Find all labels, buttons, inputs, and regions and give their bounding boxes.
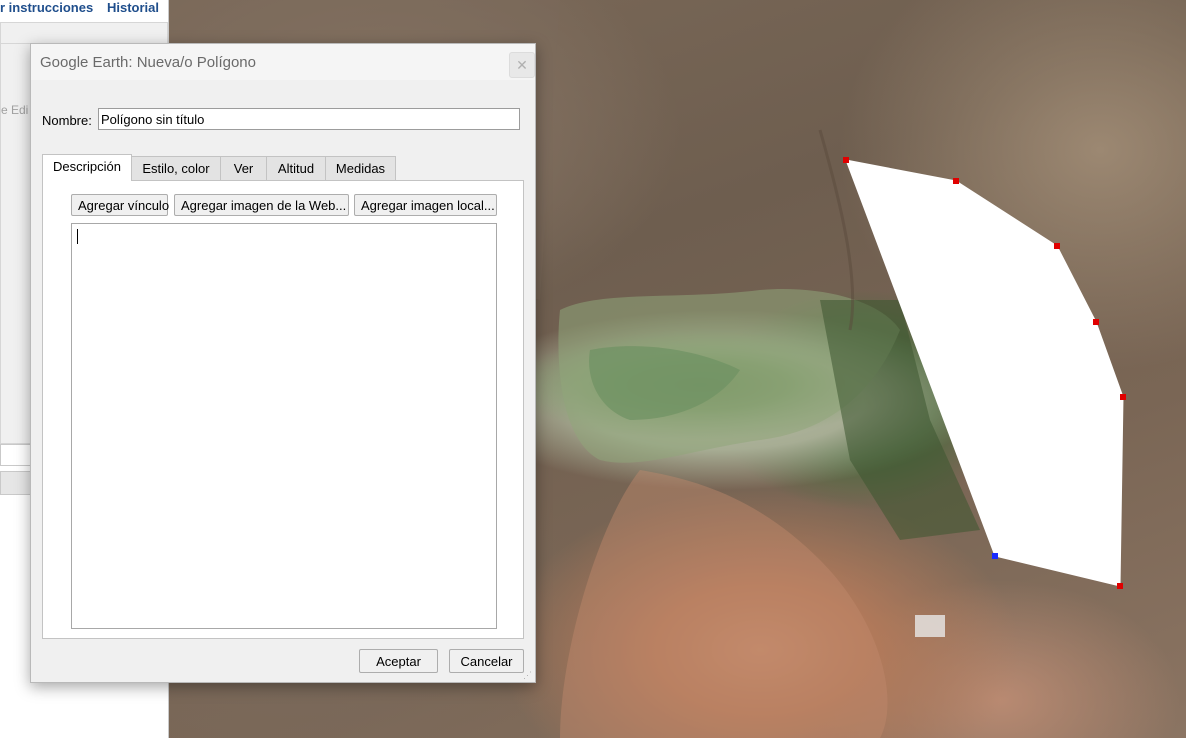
- new-polygon-dialog: Google Earth: Nueva/o Polígono ✕ Nombre:…: [30, 43, 536, 683]
- polygon-vertex[interactable]: [1120, 394, 1126, 400]
- add-link-button[interactable]: Agregar vínculo: [71, 194, 169, 216]
- sidebar-links: r instrucciones Historial: [0, 0, 168, 18]
- tab-measurements[interactable]: Medidas: [325, 156, 396, 180]
- red-terrain: [560, 470, 888, 738]
- add-web-image-button[interactable]: Agregar imagen de la Web...: [174, 194, 349, 216]
- polygon-vertex-selected[interactable]: [992, 553, 998, 559]
- resize-grip-icon[interactable]: ⋰: [523, 670, 533, 680]
- facility: [915, 615, 945, 637]
- dialog-title: Google Earth: Nueva/o Polígono: [40, 54, 256, 71]
- tab-description[interactable]: Descripción: [42, 154, 132, 181]
- instructions-link[interactable]: r instrucciones: [0, 0, 93, 15]
- edit-hint: e Edi: [1, 103, 29, 117]
- name-label: Nombre:: [42, 113, 92, 128]
- name-field[interactable]: [98, 108, 520, 130]
- add-local-image-button[interactable]: Agregar imagen local...: [354, 194, 497, 216]
- polygon-vertex[interactable]: [843, 157, 849, 163]
- description-textarea[interactable]: [71, 223, 497, 629]
- text-caret: [77, 229, 78, 244]
- ok-button[interactable]: Aceptar: [359, 649, 438, 673]
- cancel-button[interactable]: Cancelar: [449, 649, 524, 673]
- tab-view[interactable]: Ver: [220, 156, 267, 180]
- polygon-vertex[interactable]: [1093, 319, 1099, 325]
- dialog-titlebar[interactable]: Google Earth: Nueva/o Polígono ✕: [31, 44, 535, 80]
- tab-altitude[interactable]: Altitud: [266, 156, 326, 180]
- close-icon[interactable]: ✕: [509, 52, 535, 78]
- polygon-vertex[interactable]: [1117, 583, 1123, 589]
- description-panel: Agregar vínculo Agregar imagen de la Web…: [42, 180, 524, 639]
- polygon-vertex[interactable]: [1054, 243, 1060, 249]
- history-link[interactable]: Historial: [107, 0, 159, 15]
- polygon-vertex[interactable]: [953, 178, 959, 184]
- tab-style-color[interactable]: Estilo, color: [131, 156, 221, 180]
